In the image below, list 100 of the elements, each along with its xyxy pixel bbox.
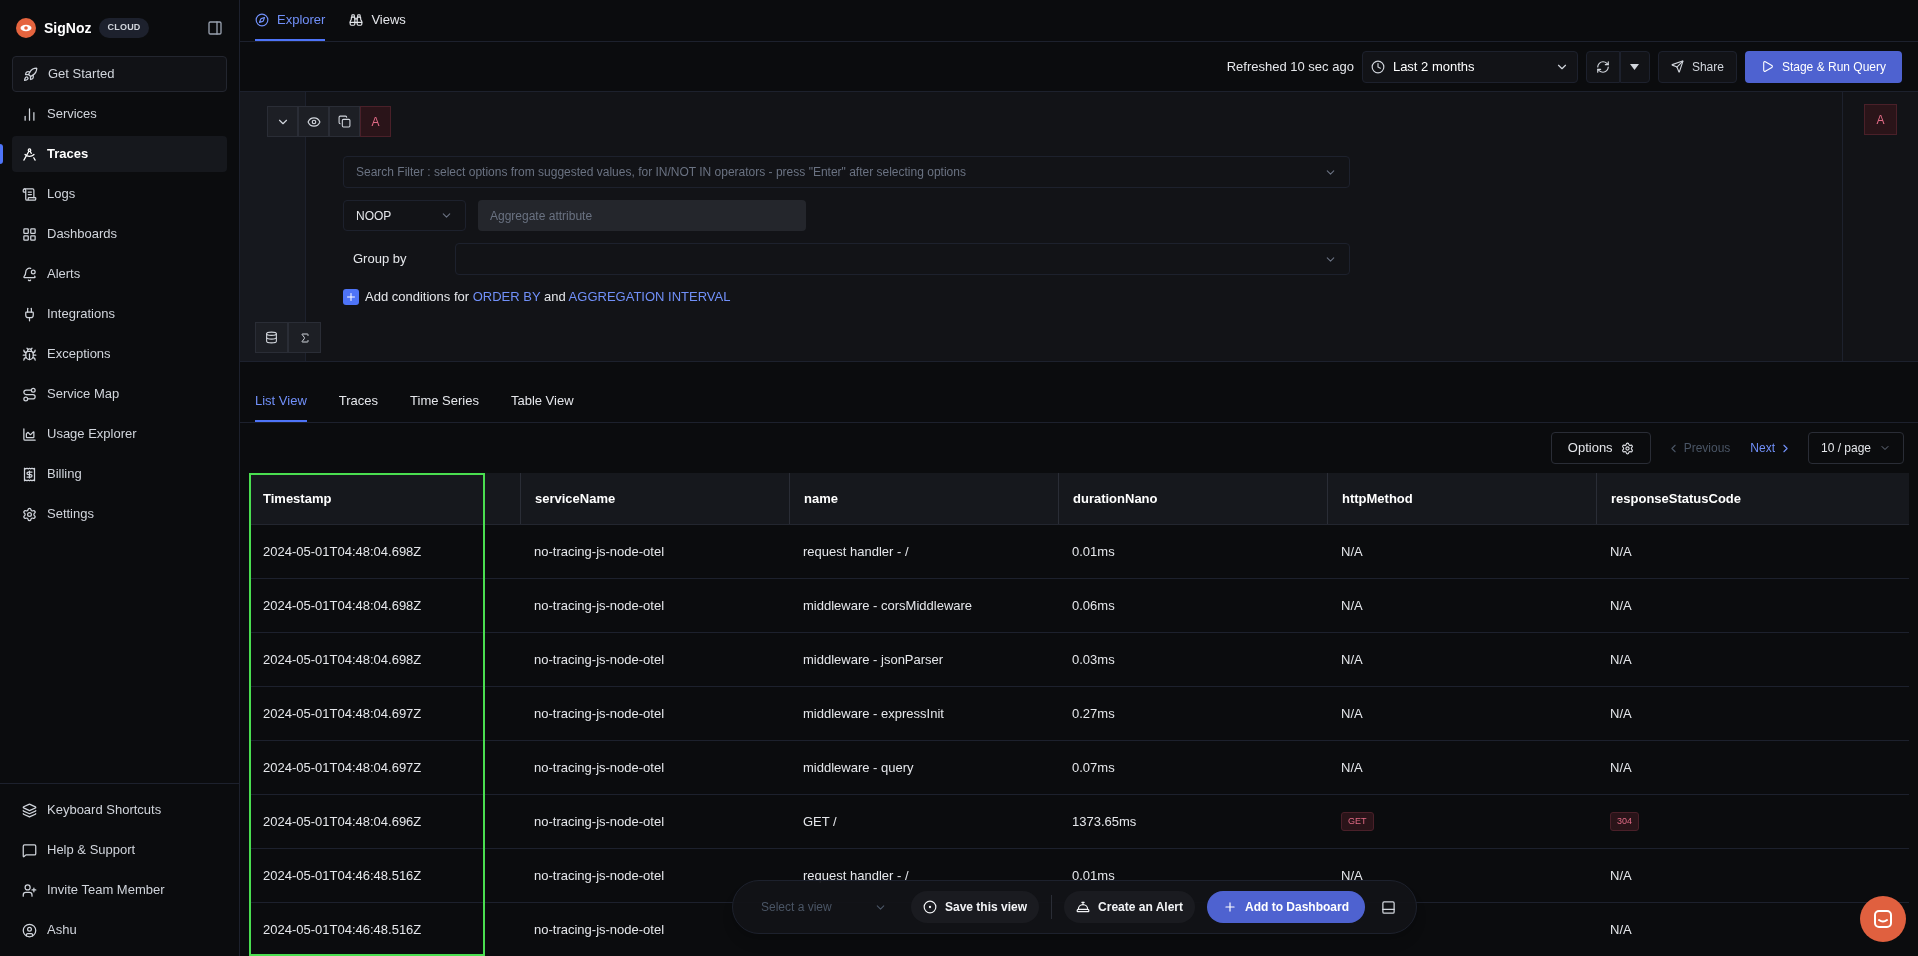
view-tab[interactable]: Time Series	[410, 382, 479, 422]
order-by-link[interactable]: ORDER BY	[472, 289, 541, 304]
formula-button[interactable]	[288, 322, 321, 353]
query-name-button[interactable]: A	[360, 106, 391, 137]
route-icon	[22, 386, 37, 402]
table-cell-text: 2024-05-01T04:48:04.697Z	[263, 758, 422, 777]
page-tab[interactable]: Explorer	[255, 0, 326, 41]
bug-icon	[22, 346, 37, 362]
nav-item[interactable]: Service Map	[12, 376, 227, 412]
nav-item[interactable]: Integrations	[12, 296, 227, 332]
bell-icon	[1076, 900, 1091, 914]
table-cell-text: no-tracing-js-node-otel	[534, 704, 665, 723]
nav-item[interactable]: Alerts	[12, 256, 227, 292]
nav-item[interactable]: Settings	[12, 496, 227, 532]
receipt-icon	[22, 466, 37, 482]
play-icon	[1760, 60, 1774, 73]
aggregation-interval-link[interactable]: AGGREGATION INTERVAL	[568, 289, 731, 304]
settings-icon	[1620, 441, 1634, 455]
view-tab[interactable]: Table View	[510, 382, 574, 422]
data-source-button[interactable]	[255, 322, 288, 353]
table-cell-text: request handler - /	[803, 866, 909, 885]
footer-nav-item[interactable]: Help & Support	[12, 832, 227, 868]
column-header[interactable]: httpMethod	[1327, 473, 1596, 524]
refresh-icon	[1595, 59, 1610, 74]
refresh-button[interactable]	[1585, 50, 1620, 83]
chat-launcher[interactable]	[1860, 896, 1906, 942]
sidebar-toggle-icon[interactable]	[207, 20, 223, 36]
grid-icon	[22, 226, 37, 242]
table-cell-text: N/A	[1610, 866, 1632, 885]
clock-icon	[1370, 59, 1385, 74]
layers-icon	[22, 802, 37, 818]
bar-chart-icon	[22, 106, 37, 122]
share-button[interactable]: Share	[1657, 50, 1737, 83]
save-view-button[interactable]: Save this view	[911, 891, 1040, 923]
options-button[interactable]: Options	[1550, 432, 1651, 464]
table-cell-text: 0.01ms	[1072, 542, 1115, 561]
chat-icon	[1873, 909, 1893, 929]
plan-badge: CLOUD	[99, 18, 149, 38]
table-cell-text: N/A	[1610, 596, 1632, 615]
table-cell-text: 2024-05-01T04:48:04.698Z	[263, 596, 422, 615]
table-cell-text: 0.01ms	[1072, 866, 1115, 885]
next-button[interactable]: Next	[1746, 439, 1796, 457]
view-tab[interactable]: List View	[255, 382, 307, 422]
eye-icon	[306, 114, 321, 129]
footer-nav-item[interactable]: Invite Team Member	[12, 872, 227, 908]
nav-item[interactable]: Exceptions	[12, 336, 227, 372]
table-cell-text: no-tracing-js-node-otel	[534, 866, 665, 885]
status-tag: 304	[1610, 811, 1640, 832]
table-cell-text: 0.06ms	[1072, 596, 1115, 615]
nav-item[interactable]: Traces	[12, 136, 227, 172]
column-header[interactable]: responseStatusCode	[1596, 473, 1909, 524]
area-chart-icon	[22, 426, 37, 442]
visibility-button[interactable]	[298, 106, 329, 137]
run-query-button[interactable]: Stage & Run Query	[1744, 50, 1902, 83]
time-range-select[interactable]: Last 2 months	[1361, 50, 1578, 83]
table-cell-text: no-tracing-js-node-otel	[534, 542, 665, 561]
footer-nav-item[interactable]: Keyboard Shortcuts	[12, 792, 227, 828]
nav-item[interactable]: Get Started	[12, 56, 227, 92]
query-label-button[interactable]: A	[1864, 104, 1897, 135]
column-header[interactable]: serviceName	[520, 473, 789, 524]
sigma-icon	[298, 331, 311, 344]
nav-item[interactable]: Dashboards	[12, 216, 227, 252]
footer-nav-item[interactable]: Ashu	[12, 912, 227, 948]
table-cell-text: no-tracing-js-node-otel	[534, 758, 665, 777]
add-to-dashboard-button[interactable]: Add to Dashboard	[1206, 891, 1365, 923]
table-cell-text: 1373.65ms	[1072, 812, 1137, 831]
column-header[interactable]: name	[789, 473, 1058, 524]
table-cell-text: no-tracing-js-node-otel	[534, 812, 665, 831]
table-cell-text: N/A	[1341, 758, 1363, 777]
column-header[interactable]: durationNano	[1058, 473, 1327, 524]
nav-item[interactable]: Services	[12, 96, 227, 132]
page-size-select[interactable]: 10 / page	[1808, 432, 1904, 464]
compass-icon	[255, 12, 269, 27]
aggregate-operator-select[interactable]: NOOP	[343, 200, 466, 231]
chat-icon	[22, 842, 37, 858]
binoculars-icon	[349, 12, 364, 27]
table-cell-text: 0.27ms	[1072, 704, 1115, 723]
panel-icon[interactable]	[1380, 899, 1396, 915]
table-cell-text: N/A	[1341, 866, 1363, 885]
active-indicator	[0, 144, 3, 164]
rocket-icon	[23, 66, 38, 82]
page-tab[interactable]: Views	[349, 0, 406, 41]
compass-tool-icon	[22, 146, 37, 162]
aggregate-attribute-field[interactable]: Aggregate attribute	[478, 200, 806, 231]
add-conditions-icon[interactable]	[343, 288, 359, 305]
refresh-menu-button[interactable]	[1619, 50, 1650, 83]
nav-item[interactable]: Billing	[12, 456, 227, 492]
nav-item[interactable]: Usage Explorer	[12, 416, 227, 452]
nav-item[interactable]: Logs	[12, 176, 227, 212]
table-cell-text: N/A	[1610, 704, 1632, 723]
search-filter-field[interactable]: Search Filter : select options from suggested values, for IN/NOT IN operators - press "Enter" after selecting options	[343, 156, 1350, 188]
search-filter-placeholder: Search Filter : select options from suggested values, for IN/NOT IN operators - press "Enter" after selecting options	[356, 164, 966, 181]
copy-button[interactable]	[329, 106, 360, 137]
table-cell-text: middleware - expressInit	[803, 704, 944, 723]
create-alert-button[interactable]: Create an Alert	[1064, 891, 1195, 923]
user-plus-icon	[22, 882, 37, 898]
view-tab[interactable]: Traces	[338, 382, 379, 422]
column-header[interactable]: Timestamp	[249, 473, 483, 524]
table-cell-text: 0.03ms	[1072, 650, 1115, 669]
table-cell-text: 0.07ms	[1072, 758, 1115, 777]
